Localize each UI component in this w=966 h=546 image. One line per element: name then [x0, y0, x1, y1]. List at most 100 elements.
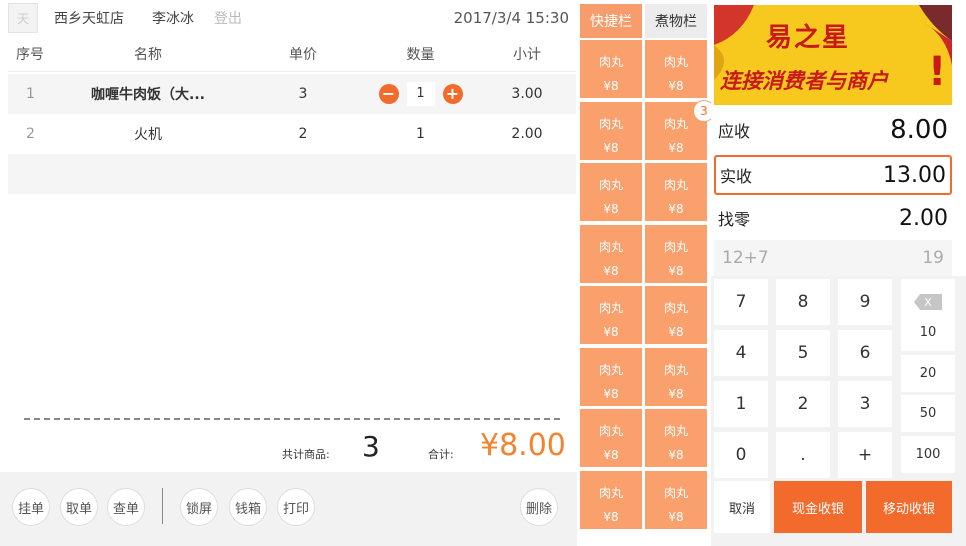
key-button[interactable]: . — [776, 432, 830, 478]
row-subtotal: 3.00 — [511, 86, 543, 102]
product-tile[interactable]: 肉丸 ¥8 — [580, 101, 642, 160]
col-name-header: 名称 — [134, 46, 162, 63]
cancel-button[interactable]: 取消 — [714, 481, 770, 533]
separator — [162, 488, 163, 524]
cash-pay-button[interactable]: 现金收银 — [774, 481, 862, 533]
key-button[interactable]: 4 — [714, 330, 768, 376]
product-name: 肉丸 — [663, 424, 688, 438]
product-name: 肉丸 — [598, 239, 623, 254]
product-name: 肉丸 — [598, 301, 623, 315]
change-row: 找零 2.00 — [714, 198, 952, 238]
key-button[interactable]: 3 — [838, 381, 892, 427]
product-tile[interactable]: 肉丸 ¥8 — [645, 409, 707, 467]
table-row[interactable]: 1 咖喱牛肉饭（大... 3 − 1 + 3.00 — [8, 74, 576, 114]
banner-exclaim: ! — [928, 49, 947, 95]
total-amount: ¥8.00 — [480, 428, 566, 463]
calc-expression: 12+7 19 — [714, 240, 952, 276]
product-panel: 快捷栏 煮物栏 肉丸 ¥8 肉丸 ¥8 肉丸 ¥8 肉丸 ¥8 3 肉丸 ¥8 肉丸 ¥8 肉丸 ¥8 肉丸 ¥… — [577, 0, 715, 546]
product-name: 肉丸 — [663, 301, 688, 315]
table-row[interactable]: 2 火机 2 1 2.00 — [8, 114, 576, 154]
cashbox-button[interactable]: 钱箱 — [229, 488, 267, 526]
product-price: ¥8 — [668, 325, 684, 339]
take-order-button[interactable]: 取单 — [60, 488, 98, 526]
key-button[interactable]: 6 — [838, 330, 892, 376]
row-qty: 1 — [416, 126, 425, 142]
product-tile[interactable]: 肉丸 ¥8 — [580, 40, 642, 98]
product-tile[interactable]: 肉丸 ¥8 — [580, 224, 642, 283]
expression-result: 19 — [922, 248, 944, 268]
table-header: 序号 名称 单价 数量 小计 — [8, 36, 576, 72]
product-price: ¥8 — [603, 509, 619, 524]
product-tile[interactable]: 肉丸 ¥8 — [645, 347, 707, 406]
hang-order-button[interactable]: 挂单 — [12, 488, 50, 526]
product-tile[interactable]: 肉丸 ¥8 — [580, 286, 642, 344]
product-price: ¥8 — [603, 79, 619, 93]
product-name: 肉丸 — [663, 55, 688, 69]
product-name: 肉丸 — [663, 116, 688, 131]
quick-amount-button[interactable]: 100 — [901, 435, 955, 473]
amount-due: 8.00 — [890, 115, 948, 145]
col-index-header: 序号 — [16, 46, 44, 63]
key-button[interactable]: 8 — [776, 279, 830, 325]
product-tile[interactable]: 肉丸 ¥8 — [645, 470, 707, 529]
delete-button[interactable]: 删除 — [520, 488, 558, 526]
key-button[interactable]: 5 — [776, 330, 830, 376]
product-price: ¥8 — [668, 263, 684, 278]
action-bar: 挂单 取单 查单 锁屏 钱箱 打印 删除 — [0, 472, 577, 546]
key-button[interactable]: 0 — [714, 432, 768, 478]
product-tile[interactable]: 肉丸 ¥8 — [580, 163, 642, 221]
amount-received-field[interactable]: 实收 13.00 — [714, 155, 952, 195]
datetime: 2017/3/4 15:30 — [453, 9, 569, 27]
row-index: 2 — [26, 126, 35, 142]
product-name: 肉丸 — [598, 362, 623, 377]
store-logo-button[interactable]: 天 — [8, 3, 38, 33]
amount-due-row: 应收 8.00 — [714, 110, 952, 150]
key-button[interactable]: 7 — [714, 279, 768, 325]
product-price: ¥8 — [668, 448, 684, 462]
mobile-pay-button[interactable]: 移动收银 — [866, 481, 952, 533]
print-button[interactable]: 打印 — [277, 488, 315, 526]
product-tile[interactable]: 肉丸 ¥8 — [580, 470, 642, 529]
backspace-icon: X — [914, 294, 942, 310]
store-name: 西乡天虹店 — [54, 11, 124, 27]
tab-boiled[interactable]: 煮物栏 — [645, 4, 707, 38]
product-price: ¥8 — [603, 263, 619, 278]
product-tile[interactable]: 肉丸 ¥8 — [645, 163, 707, 221]
quick-amount-button[interactable]: 50 — [901, 395, 955, 432]
product-tile[interactable]: 肉丸 ¥8 — [645, 224, 707, 283]
product-name: 肉丸 — [598, 116, 623, 131]
row-price: 3 — [298, 86, 308, 102]
product-name: 肉丸 — [598, 55, 623, 69]
product-tile[interactable]: 肉丸 ¥8 — [645, 40, 707, 98]
divider — [24, 418, 560, 420]
item-count-label: 共计商品: — [282, 448, 330, 461]
check-order-button[interactable]: 查单 — [107, 488, 145, 526]
tab-quick[interactable]: 快捷栏 — [580, 4, 642, 38]
key-button[interactable]: 2 — [776, 381, 830, 427]
col-subtotal-header: 小计 — [513, 46, 541, 63]
ad-banner: 易之星 连接消费者与商户 ! — [714, 5, 952, 105]
empty-row — [8, 154, 576, 194]
minus-icon[interactable]: − — [378, 84, 399, 104]
product-price: ¥8 — [668, 79, 684, 93]
quick-amount-button[interactable]: 20 — [901, 354, 955, 392]
product-tile[interactable]: 肉丸 ¥8 — [645, 286, 707, 344]
col-price-header: 单价 — [289, 46, 317, 63]
amount-received: 13.00 — [883, 162, 946, 188]
quick-amount-button[interactable]: 10 — [901, 314, 955, 351]
product-price: ¥8 — [668, 509, 684, 524]
key-button[interactable]: 1 — [714, 381, 768, 427]
plus-icon[interactable]: + — [442, 84, 463, 104]
product-tile[interactable]: 肉丸 ¥8 3 — [645, 99, 715, 160]
key-button[interactable]: + — [838, 432, 892, 478]
row-subtotal: 2.00 — [511, 126, 543, 142]
product-tile[interactable]: 肉丸 ¥8 — [580, 409, 642, 467]
col-qty-header: 数量 — [406, 46, 435, 63]
logout-link[interactable]: 登出 — [214, 8, 242, 28]
amount-due-label: 应收 — [718, 122, 751, 141]
product-tile[interactable]: 肉丸 ¥8 — [580, 347, 642, 406]
key-button[interactable]: 9 — [838, 279, 892, 325]
lock-screen-button[interactable]: 锁屏 — [180, 488, 218, 526]
row-qty[interactable]: 1 — [406, 82, 435, 106]
product-name: 肉丸 — [663, 178, 688, 192]
